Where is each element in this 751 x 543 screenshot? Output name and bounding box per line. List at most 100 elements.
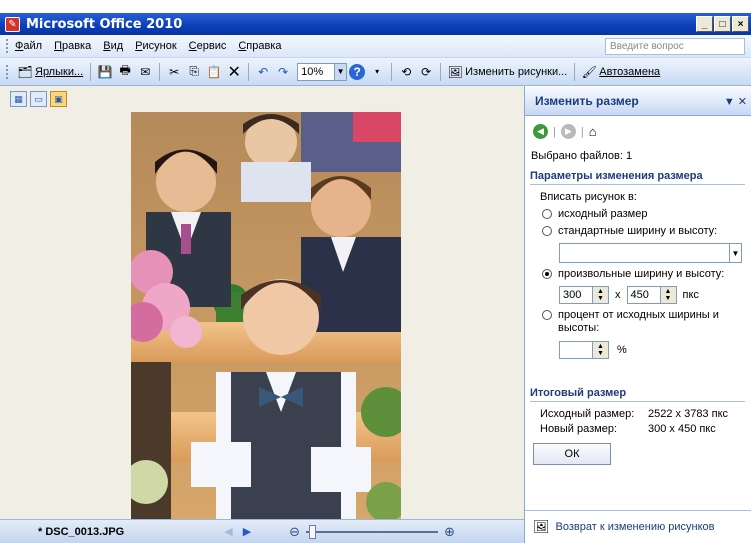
option-original-size[interactable]: исходный размер [542, 208, 751, 220]
shortcuts-icon: 🗂 [17, 64, 33, 79]
back-to-edit-pictures-link[interactable]: Возврат к изменению рисунков [556, 521, 715, 533]
autocorrect-button[interactable]: Автозамена [599, 66, 660, 78]
title-bar: ✎ Microsoft Office 2010 _ □ × [0, 13, 751, 35]
maximize-button[interactable]: □ [714, 16, 731, 32]
paste-icon[interactable]: 📋 [206, 64, 222, 80]
toolbar-options-icon[interactable]: ▾ [369, 64, 385, 80]
zoom-slider-thumb[interactable] [309, 524, 317, 539]
standard-size-field[interactable] [559, 243, 730, 263]
back-icon[interactable]: ◀ [533, 124, 548, 139]
original-size-label: Исходный размер: [540, 408, 635, 420]
classroom-photo-illustration [131, 112, 401, 519]
zoom-slider[interactable] [306, 524, 439, 540]
home-icon[interactable]: ⌂ [589, 124, 597, 139]
fit-picture-label: Вписать рисунок в: [540, 191, 637, 203]
zoom-dropdown-icon[interactable]: ▼ [335, 62, 348, 81]
selected-files-count: Выбрано файлов: 1 [531, 150, 633, 162]
option-original-size-label: исходный размер [558, 208, 648, 220]
classroom-photo [131, 112, 401, 519]
edit-pictures-button[interactable]: Изменить рисунки... [465, 66, 567, 78]
menu-view[interactable]: Вид [103, 40, 123, 52]
radio-custom-size[interactable] [542, 269, 552, 279]
rotate-left-icon[interactable]: ⟲ [398, 64, 414, 80]
standard-size-select[interactable]: ▼ [559, 243, 742, 263]
status-bar: * DSC_0013.JPG ◀ ▶ ⊖ ⊕ [0, 519, 524, 543]
save-icon[interactable]: 💾 [97, 64, 113, 80]
percent-row: ▲ ▼ % [559, 341, 751, 359]
resize-settings-heading: Параметры изменения размера [530, 170, 745, 185]
custom-size-row: 300 ▲ ▼ x 450 ▲ ▼ пкс [559, 286, 751, 304]
height-input[interactable]: 450 [626, 286, 661, 304]
width-stepper-buttons[interactable]: ▲ ▼ [593, 286, 609, 304]
rotate-right-icon[interactable]: ⟳ [418, 64, 434, 80]
toolbar-separator [159, 62, 161, 81]
chevron-down-icon[interactable]: ▼ [730, 243, 742, 263]
close-button[interactable]: × [732, 16, 749, 32]
task-pane-footer: 🖼 Возврат к изменению рисунков [525, 510, 751, 543]
redo-icon[interactable]: ↷ [275, 64, 291, 80]
percent-stepper[interactable]: ▲ ▼ [559, 341, 609, 359]
width-stepper[interactable]: 300 ▲ ▼ [559, 286, 609, 304]
resize-task-pane: Изменить размер ▼ ✕ ◀ | ▶ | ⌂ Выбрано фа… [524, 86, 751, 543]
task-pane-header: Изменить размер ▼ ✕ [525, 86, 751, 116]
ok-button[interactable]: ОК [533, 443, 611, 465]
cut-icon[interactable]: ✂ [166, 64, 182, 80]
option-standard-size[interactable]: стандартные ширину и высоту: [542, 225, 751, 237]
menu-file[interactable]: Файл [15, 40, 42, 52]
zoom-input[interactable]: 10% [297, 62, 336, 81]
standard-toolbar: 🗂 Ярлыки... 💾 🖶 ✉ ✂ ⎘ 📋 ✕ ↶ ↷ 10% ▼ ? ▾ … [0, 58, 751, 86]
undo-icon[interactable]: ↶ [255, 64, 271, 80]
option-percent[interactable]: процент от исходных ширины и высоты: [542, 309, 751, 335]
width-input[interactable]: 300 [559, 286, 593, 304]
thumbnail-view-button[interactable]: ▦ [10, 91, 27, 107]
radio-percent[interactable] [542, 310, 552, 320]
original-size-value: 2522 x 3783 пкс [648, 408, 729, 420]
autocorrect-icon: 🖌 [581, 64, 597, 79]
toolbar-separator [440, 62, 442, 81]
forward-icon[interactable]: ▶ [560, 124, 576, 139]
toolbar-grip[interactable] [6, 64, 9, 79]
menu-help[interactable]: Справка [238, 40, 281, 52]
copy-icon[interactable]: ⎘ [186, 64, 202, 80]
shortcuts-button[interactable]: Ярлыки... [35, 66, 83, 78]
toolbar-separator [248, 62, 250, 81]
mail-icon[interactable]: ✉ [137, 64, 153, 80]
next-picture-icon[interactable]: ▶ [243, 525, 251, 538]
print-icon[interactable]: 🖶 [117, 63, 133, 80]
menu-picture[interactable]: Рисунок [135, 40, 177, 52]
delete-icon[interactable]: ✕ [226, 64, 242, 81]
previous-picture-icon[interactable]: ◀ [224, 525, 232, 538]
height-stepper[interactable]: 450 ▲ ▼ [626, 286, 677, 304]
edit-pictures-icon: 🖼 [533, 519, 550, 534]
option-custom-size-label: произвольные ширину и высоту: [558, 268, 725, 280]
help-icon[interactable]: ? [349, 63, 366, 80]
pane-menu-close-icon[interactable]: ▼ ✕ [724, 95, 747, 108]
radio-original-size[interactable] [542, 209, 552, 219]
filmstrip-view-button[interactable]: ▭ [30, 91, 47, 107]
nav-separator: | [580, 125, 584, 138]
office-app-icon[interactable]: ✎ [5, 16, 20, 32]
menu-edit[interactable]: Правка [54, 40, 91, 52]
task-pane-title[interactable]: Изменить размер [535, 94, 639, 108]
new-size-value: 300 x 450 пкс [648, 423, 716, 435]
units-label: пкс [682, 289, 699, 301]
new-size-label: Новый размер: [540, 423, 618, 435]
question-input[interactable]: Введите вопрос [605, 38, 745, 55]
picture-canvas [0, 112, 524, 519]
minimize-button[interactable]: _ [696, 16, 713, 32]
zoom-in-icon[interactable]: ⊕ [444, 524, 455, 540]
result-size-heading: Итоговый размер [530, 387, 745, 402]
option-custom-size[interactable]: произвольные ширину и высоту: [542, 268, 751, 280]
height-stepper-buttons[interactable]: ▲ ▼ [660, 286, 677, 304]
menu-tools[interactable]: Сервис [189, 40, 227, 52]
option-standard-size-label: стандартные ширину и высоту: [558, 225, 718, 237]
menu-bar: Файл Правка Вид Рисунок Сервис Справка В… [0, 35, 751, 58]
zoom-out-icon[interactable]: ⊖ [289, 524, 300, 540]
menu-grip[interactable] [6, 39, 9, 53]
zoom-slider-track [306, 530, 439, 533]
radio-standard-size[interactable] [542, 226, 552, 236]
percent-input[interactable] [559, 341, 593, 359]
nav-separator: | [553, 125, 556, 138]
single-picture-view-button[interactable]: ▣ [50, 91, 67, 107]
percent-stepper-buttons[interactable]: ▲ ▼ [593, 341, 609, 359]
